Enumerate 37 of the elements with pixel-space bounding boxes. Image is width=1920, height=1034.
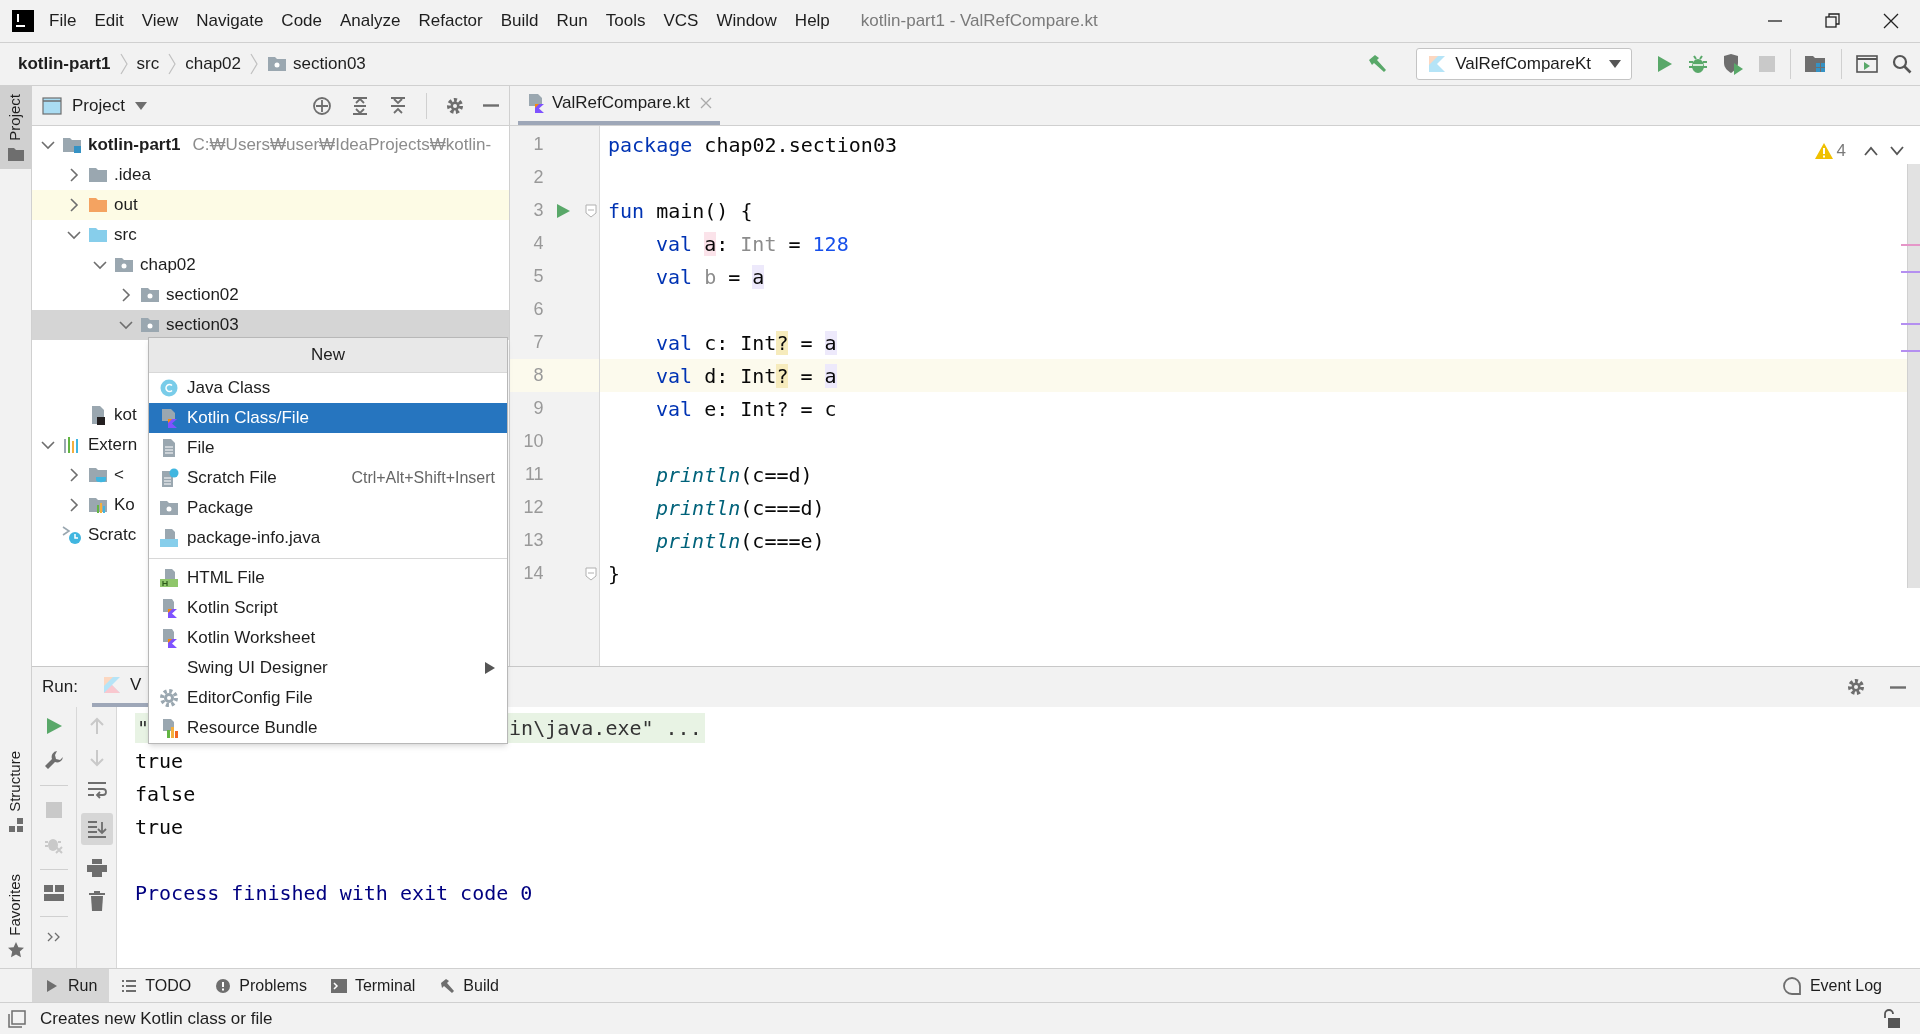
console-text: " [137, 714, 150, 742]
window-title: kotlin-part1 - ValRefCompare.kt [860, 10, 1098, 33]
code-line: val e: Int? = c [655, 395, 837, 423]
line-number: 10 [522, 430, 544, 453]
line-number: 9 [532, 397, 544, 420]
code-line: val a: Int = 128 [655, 230, 849, 258]
line-number: 1 [532, 133, 544, 156]
code-line: fun main() { [608, 197, 753, 225]
line-number: 7 [532, 331, 544, 354]
line-number: 12 [522, 496, 544, 519]
line-number: 6 [532, 298, 544, 321]
panel-label: Run: [42, 676, 78, 699]
code-line: val d: Int? = a [655, 362, 837, 390]
line-number: 11 [523, 463, 544, 486]
status-message: Creates new Kotlin class or file [40, 1007, 273, 1030]
code-line: package chap02.section03 [608, 131, 897, 159]
line-number: 2 [532, 166, 544, 189]
line-number: 4 [532, 232, 544, 255]
code-line: } [608, 560, 621, 588]
console-text: in\java.exe" ... [509, 714, 702, 742]
console-text: Process finished with exit code 0 [135, 879, 533, 907]
code-line: val b = a [655, 263, 765, 291]
console-text: false [135, 780, 196, 808]
line-number: 5 [532, 265, 544, 288]
line-number: 3 [532, 199, 544, 222]
code-line: println(c===e) [655, 527, 825, 555]
path-text: C:₩Users₩user₩IdeaProjects₩kotlin- [192, 134, 492, 157]
line-number: 8 [532, 364, 544, 387]
code-line: val c: Int? = a [655, 329, 837, 357]
menu-title: New [149, 338, 507, 373]
line-number: 14 [522, 562, 544, 585]
console-text: true [135, 813, 184, 841]
console-text: true [135, 747, 184, 775]
code-line: println(c===d) [655, 494, 825, 522]
code-line: println(c==d) [655, 461, 813, 489]
shortcut-text: Ctrl+Alt+Shift+Insert [351, 468, 495, 488]
line-number: 13 [522, 529, 544, 552]
